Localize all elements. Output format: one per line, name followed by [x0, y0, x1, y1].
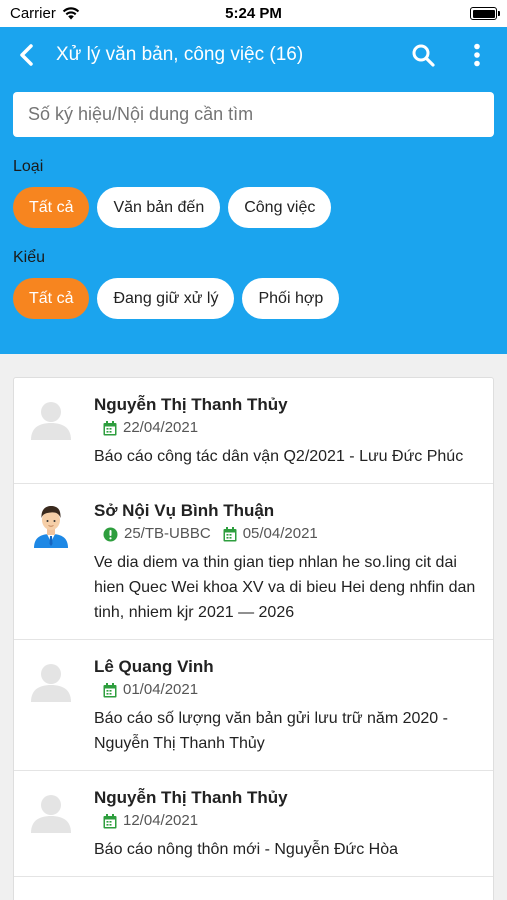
kind-chip-coordinating[interactable]: Phối hợp — [242, 278, 340, 319]
doc-code-group: 25/TB-UBBC — [103, 524, 211, 544]
kind-chip-holding[interactable]: Đang giữ xử lý — [97, 278, 235, 319]
sender-name: Lê Quang Vinh — [94, 657, 214, 676]
avatar-person-icon — [26, 500, 76, 550]
back-button[interactable] — [12, 41, 40, 69]
more-button[interactable] — [465, 41, 489, 69]
item-description: Ve dia diem va thin gian tiep nhlan he s… — [94, 554, 476, 621]
type-chip-tasks[interactable]: Công việc — [228, 187, 332, 228]
calendar-icon — [103, 682, 117, 698]
document-list: Nguyễn Thị Thanh Thủy 22/04/2021 Báo cáo… — [13, 377, 494, 900]
avatar-placeholder-icon — [26, 394, 76, 444]
avatar-placeholder-icon — [26, 787, 76, 837]
meta-row: 22/04/2021 — [103, 418, 477, 438]
item-doc-code: 25/TB-UBBC — [124, 525, 211, 542]
more-vertical-icon — [474, 43, 480, 67]
type-label: Loại — [13, 158, 44, 175]
alert-icon — [103, 527, 118, 542]
meta-row: 25/TB-UBBC 05/04/2021 — [103, 524, 477, 544]
search-icon — [412, 44, 435, 67]
meta-row: 12/04/2021 — [103, 811, 477, 831]
item-date: 01/04/2021 — [123, 681, 199, 698]
chevron-left-icon — [20, 44, 33, 66]
clock: 5:24 PM — [225, 5, 282, 22]
meta-row: 01/04/2021 — [103, 680, 477, 700]
kind-label: Kiểu — [13, 249, 46, 266]
calendar-icon — [103, 813, 117, 829]
page-title: Xử lý văn bản, công việc (16) — [56, 44, 304, 65]
type-chip-incoming-docs[interactable]: Văn bản đến — [97, 187, 221, 228]
list-item[interactable]: Nguyễn Thị Thanh Thủy 12/04/2021 Báo cáo… — [14, 771, 493, 877]
list-item[interactable]: Nguyễn Thị Thanh Thủy 22/04/2021 Báo cáo… — [14, 378, 493, 484]
item-date: 12/04/2021 — [123, 812, 199, 829]
kind-chip-all[interactable]: Tất cả — [13, 278, 90, 319]
header: Xử lý văn bản, công việc (16) Loại Tất c… — [0, 27, 507, 354]
item-date: 22/04/2021 — [123, 419, 199, 436]
battery-icon — [470, 7, 500, 20]
search-input[interactable] — [13, 92, 494, 137]
avatar-placeholder-icon — [26, 656, 76, 706]
item-date: 05/04/2021 — [242, 525, 318, 542]
sender-name: Sở Nội Vụ Bình Thuận — [94, 501, 275, 520]
list-item[interactable]: Sở Nội Vụ Bình Thuận 25/TB-UBBC 05/04/20… — [14, 484, 493, 640]
list-item[interactable]: Lê Quang Vinh 01/04/2021 Báo cáo số lượn… — [14, 640, 493, 771]
calendar-icon — [103, 420, 117, 436]
type-filter-group: Tất cả Văn bản đến Công việc — [13, 187, 332, 228]
sender-name: Nguyễn Thị Thanh Thủy — [94, 788, 288, 807]
item-description: Báo cáo số lượng văn bản gửi lưu trữ năm… — [94, 710, 448, 752]
item-description: Báo cáo công tác dân vận Q2/2021 - Lưu Đ… — [94, 448, 464, 465]
sender-name: Nguyễn Thị Thanh Thủy — [94, 395, 288, 414]
kind-filter-group: Tất cả Đang giữ xử lý Phối hợp — [13, 278, 340, 319]
item-description: Báo cáo nông thôn mới - Nguyễn Đức Hòa — [94, 841, 399, 858]
calendar-icon — [223, 526, 237, 542]
status-bar: Carrier 5:24 PM — [0, 0, 507, 27]
search-button[interactable] — [409, 41, 437, 69]
type-chip-all[interactable]: Tất cả — [13, 187, 90, 228]
